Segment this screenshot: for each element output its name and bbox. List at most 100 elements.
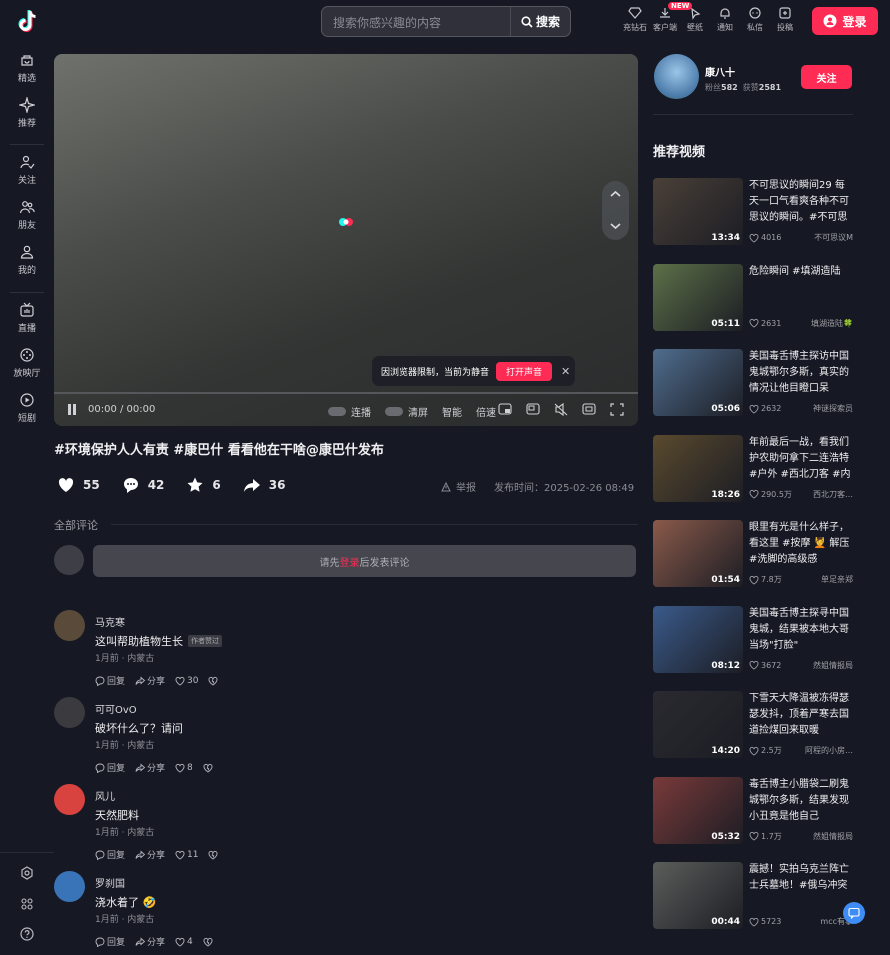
- recommend-video-item[interactable]: 14:20 下雪天大降温被冻得瑟瑟发抖，顶着严寒去国道捡煤回来取暖 2.5万 阿程的小…: [653, 691, 853, 758]
- recommend-video-author[interactable]: 单足亲郑: [821, 574, 853, 585]
- sidebar-item-short-drama[interactable]: 短剧: [0, 392, 54, 424]
- recommend-video-item[interactable]: 18:26 年前最后一战，看我们护农助何拿下二连浩特 #户外 #西北刀客 #内蒙古…: [653, 434, 853, 502]
- commenter-name[interactable]: 罗刹国: [95, 875, 125, 890]
- progress-bar[interactable]: [54, 392, 638, 394]
- comment-dislike-button[interactable]: [203, 763, 213, 773]
- sidebar-item-cinema[interactable]: 放映厅: [0, 347, 54, 379]
- report-button[interactable]: 举报: [441, 479, 476, 494]
- recommend-video-item[interactable]: 13:34 不可思议的瞬间29 每天一口气看爽各种不可思议的瞬间。#不可思议 401…: [653, 178, 853, 245]
- sidebar-item-friends[interactable]: 朋友: [0, 199, 54, 231]
- miniplayer-icon[interactable]: [526, 403, 540, 416]
- reply-button[interactable]: 回复: [95, 935, 125, 948]
- next-video-icon[interactable]: [609, 221, 622, 231]
- reply-button[interactable]: 回复: [95, 848, 125, 861]
- recommend-video-author[interactable]: 阿程的小房…: [805, 745, 853, 756]
- top-item-wallpaper[interactable]: 壁纸: [680, 6, 710, 33]
- autoplay-toggle[interactable]: 连播: [328, 404, 371, 419]
- sidebar-item-follow[interactable]: 关注: [0, 154, 54, 186]
- like-button[interactable]: 55: [57, 476, 100, 494]
- recommend-video-title[interactable]: 不可思议的瞬间29 每天一口气看爽各种不可思议的瞬间。#不可思议: [749, 178, 853, 226]
- share-comment-button[interactable]: 分享: [135, 761, 165, 774]
- recommend-video-title[interactable]: 危险瞬间 #填湖造陆: [749, 264, 853, 280]
- share-comment-button[interactable]: 分享: [135, 935, 165, 948]
- recommend-video-item[interactable]: 05:06 美国毒舌博主探访中国鬼城鄂尔多斯，真实的情况让他目瞪口呆 2632 神谜探…: [653, 349, 853, 416]
- video-thumbnail[interactable]: 01:54: [653, 520, 743, 587]
- commenter-name[interactable]: 风儿: [95, 788, 115, 803]
- video-thumbnail[interactable]: 05:06: [653, 349, 743, 416]
- sidebar-item-recommend[interactable]: 推荐: [0, 97, 54, 129]
- commenter-name[interactable]: 可可OvO: [95, 701, 137, 716]
- login-link[interactable]: 登录: [340, 554, 360, 569]
- prev-video-icon[interactable]: [609, 189, 622, 199]
- follow-button[interactable]: 关注: [801, 65, 852, 89]
- recommend-video-item[interactable]: 05:32 毒舌博主小腊袋二刷鬼城鄂尔多斯，结果发现小丑竟是他自己 1.7万 然姐情报…: [653, 776, 853, 844]
- top-item-upload[interactable]: 投稿: [770, 6, 800, 33]
- recommend-video-title[interactable]: 美国毒舌博主探访中国鬼城鄂尔多斯，真实的情况让他目瞪口呆: [749, 349, 853, 397]
- search-input[interactable]: 搜索你感兴趣的内容: [333, 14, 441, 31]
- video-thumbnail[interactable]: 08:12: [653, 605, 743, 673]
- comment-input[interactable]: 请先 登录 后发表评论: [93, 545, 636, 577]
- video-thumbnail[interactable]: 05:32: [653, 776, 743, 844]
- author-name[interactable]: 康八十: [705, 64, 735, 79]
- recommend-video-title[interactable]: 震撼！实拍乌克兰阵亡士兵墓地！#俄乌冲突: [749, 862, 853, 894]
- recommend-video-author[interactable]: 不可思议M: [814, 232, 853, 243]
- apps-icon[interactable]: [20, 897, 34, 911]
- video-thumbnail[interactable]: 14:20: [653, 691, 743, 758]
- comment-dislike-button[interactable]: [208, 850, 218, 860]
- commenter-avatar[interactable]: [54, 784, 85, 815]
- recommend-video-title[interactable]: 美国毒舌博主探寻中国鬼城，结果被本地大哥当场"打脸": [749, 606, 853, 654]
- video-thumbnail[interactable]: 00:44: [653, 862, 743, 929]
- recommend-video-author[interactable]: 然姐情报局: [813, 831, 853, 842]
- top-item-notify[interactable]: 通知: [710, 6, 740, 33]
- sidebar-item-live[interactable]: 直播: [0, 302, 54, 334]
- comment-dislike-button[interactable]: [208, 676, 218, 686]
- recommend-video-author[interactable]: 然姐情报局: [813, 660, 853, 671]
- top-item-client[interactable]: 客户端: [650, 6, 680, 33]
- help-icon[interactable]: [20, 927, 34, 941]
- commenter-avatar[interactable]: [54, 697, 85, 728]
- commenter-name[interactable]: 马克寒: [95, 614, 125, 629]
- search-box[interactable]: 搜索你感兴趣的内容 搜索: [321, 6, 571, 37]
- clear-screen-toggle[interactable]: 清屏: [385, 404, 428, 419]
- recommend-video-author[interactable]: 神谜探索员: [813, 403, 853, 414]
- pause-icon[interactable]: [67, 404, 77, 415]
- comment-like-button[interactable]: 8: [175, 763, 193, 773]
- recommend-video-item[interactable]: 01:54 眼里有光是什么样子，看这里 #按摩 💆 解压 #洗脚的高级感 7.8万 单…: [653, 520, 853, 587]
- close-toast-icon[interactable]: ✕: [561, 365, 570, 378]
- fullscreen-icon[interactable]: [610, 403, 624, 416]
- search-button[interactable]: 搜索: [510, 7, 570, 36]
- video-thumbnail[interactable]: 18:26: [653, 434, 743, 502]
- chat-float-button[interactable]: [843, 902, 865, 924]
- mute-icon[interactable]: [554, 403, 568, 416]
- top-item-diamond[interactable]: 充钻石: [620, 6, 650, 33]
- share-comment-button[interactable]: 分享: [135, 674, 165, 687]
- video-thumbnail[interactable]: 13:34: [653, 178, 743, 245]
- reply-button[interactable]: 回复: [95, 761, 125, 774]
- settings-icon[interactable]: [20, 866, 34, 880]
- douyin-logo-icon[interactable]: [14, 8, 42, 36]
- comment-like-button[interactable]: 4: [175, 937, 193, 947]
- speed-button[interactable]: 倍速: [476, 404, 496, 419]
- favorite-button[interactable]: 6: [186, 476, 221, 494]
- comment-button[interactable]: 42: [122, 476, 164, 494]
- unmute-button[interactable]: 打开声音: [496, 361, 553, 381]
- comment-like-button[interactable]: 30: [175, 676, 198, 686]
- pip-icon[interactable]: [498, 403, 512, 416]
- recommend-video-author[interactable]: 西北刀客…: [813, 489, 853, 500]
- top-item-message[interactable]: 私信: [740, 6, 770, 33]
- recommend-video-title[interactable]: 眼里有光是什么样子，看这里 #按摩 💆 解压 #洗脚的高级感: [749, 520, 853, 568]
- recommend-video-title[interactable]: 下雪天大降温被冻得瑟瑟发抖，顶着严寒去国道捡煤回来取暖: [749, 691, 853, 739]
- share-button[interactable]: 36: [243, 476, 285, 494]
- recommend-video-title[interactable]: 年前最后一战，看我们护农助何拿下二连浩特 #户外 #西北刀客 #内蒙古: [749, 435, 853, 483]
- recommend-video-author[interactable]: 填湖造陆🍀: [811, 318, 853, 329]
- login-button[interactable]: 登录: [812, 7, 878, 35]
- smart-button[interactable]: 智能: [442, 404, 462, 419]
- share-comment-button[interactable]: 分享: [135, 848, 165, 861]
- recommend-video-item[interactable]: 08:12 美国毒舌博主探寻中国鬼城，结果被本地大哥当场"打脸" 3672 然姐情报局: [653, 605, 853, 673]
- comment-dislike-button[interactable]: [203, 937, 213, 947]
- reply-button[interactable]: 回复: [95, 674, 125, 687]
- webfullscreen-icon[interactable]: [582, 403, 596, 416]
- commenter-avatar[interactable]: [54, 610, 85, 641]
- recommend-video-title[interactable]: 毒舌博主小腊袋二刷鬼城鄂尔多斯，结果发现小丑竟是他自己: [749, 777, 853, 825]
- recommend-video-item[interactable]: 00:44 震撼！实拍乌克兰阵亡士兵墓地！#俄乌冲突 5723 mcc有事: [653, 862, 853, 929]
